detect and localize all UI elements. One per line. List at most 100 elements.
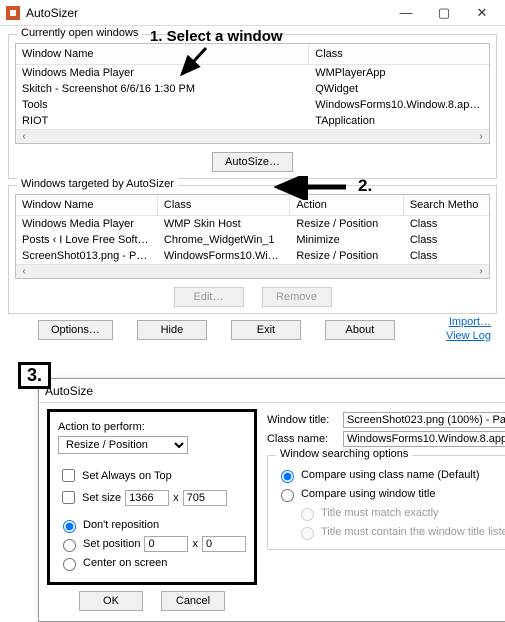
targeted-header: Window Name Class Action Search Metho	[16, 195, 489, 216]
dont-reposition-radio[interactable]	[63, 520, 76, 533]
cell-window-name: Windows Media Player	[16, 65, 309, 81]
cell-action: Resize / Position	[290, 216, 404, 232]
action-select[interactable]: Resize / Position	[58, 436, 188, 454]
list-item[interactable]: ToolsWindowsForms10.Window.8.app.0.33…	[16, 97, 489, 113]
list-item[interactable]: ScreenShot013.png - P…WindowsForms10.Win…	[16, 248, 489, 264]
cell-window-name: Tools	[16, 97, 309, 113]
search-options-group: Window searching options Compare using c…	[267, 455, 505, 550]
options-button[interactable]: Options…	[38, 320, 113, 340]
window-title: AutoSizer	[26, 6, 387, 20]
compare-classname-radio[interactable]	[281, 470, 294, 483]
size-height-input[interactable]	[183, 490, 227, 506]
list-item[interactable]: Posts ‹ I Love Free Soft…Chrome_WidgetWi…	[16, 232, 489, 248]
size-width-input[interactable]	[125, 490, 169, 506]
col2-action[interactable]: Action	[290, 195, 404, 215]
open-windows-legend: Currently open windows	[17, 27, 142, 39]
col2-search[interactable]: Search Metho	[404, 195, 489, 215]
autosize-dialog: AutoSize ✕ Action to perform: Resize / P…	[38, 378, 505, 622]
title-exact-label: Title must match exactly	[321, 507, 439, 519]
cell-action: Minimize	[290, 232, 404, 248]
cell-search: Class	[404, 232, 489, 248]
compare-title-radio[interactable]	[281, 489, 294, 502]
open-windows-group: Currently open windows Window Name Class…	[8, 34, 497, 179]
title-contain-label: Title must contain the window title list…	[321, 526, 505, 538]
col2-class[interactable]: Class	[158, 195, 290, 215]
ok-button[interactable]: OK	[79, 591, 143, 611]
list-item[interactable]: Windows Media PlayerWMPlayerApp	[16, 65, 489, 81]
pos-y-input[interactable]	[202, 536, 246, 552]
list-item[interactable]: Skitch - Screenshot 6/6/16 1:30 PMQWidge…	[16, 81, 489, 97]
import-link[interactable]: Import…	[449, 316, 491, 328]
cell-class: QWidget	[309, 81, 489, 97]
center-radio[interactable]	[63, 558, 76, 571]
cell-class: Chrome_WidgetWin_1	[158, 232, 290, 248]
compare-classname-label: Compare using class name (Default)	[301, 469, 480, 481]
cell-class: WMP Skin Host	[158, 216, 290, 232]
targeted-windows-list[interactable]: Window Name Class Action Search Metho Wi…	[15, 194, 490, 279]
always-on-top-checkbox[interactable]	[62, 469, 75, 482]
cell-class: WindowsForms10.Window.8.app.0.33…	[309, 97, 489, 113]
edit-button[interactable]: Edit…	[174, 287, 244, 307]
viewlog-link[interactable]: View Log	[446, 330, 491, 342]
scroll-track[interactable]	[32, 132, 473, 142]
cell-window-name: Skitch - Screenshot 6/6/16 1:30 PM	[16, 81, 309, 97]
always-on-top-label: Set Always on Top	[82, 470, 172, 482]
scroll-right-icon[interactable]: ›	[475, 131, 487, 143]
set-size-checkbox[interactable]	[62, 491, 75, 504]
action-highlight-box: Action to perform: Resize / Position Set…	[47, 409, 257, 585]
scroll-right-icon[interactable]: ›	[475, 266, 487, 278]
list-item[interactable]: RIOTTApplication	[16, 113, 489, 129]
window-title-input[interactable]	[343, 412, 505, 428]
pos-x-label: x	[192, 538, 198, 550]
cell-class: WindowsForms10.Win…	[158, 248, 290, 264]
window-title-label: Window title:	[267, 414, 339, 426]
targeted-hscroll[interactable]: ‹ ›	[16, 264, 489, 278]
list-item[interactable]: Windows Media PlayerWMP Skin HostResize …	[16, 216, 489, 232]
title-contain-radio	[301, 527, 314, 540]
remove-button[interactable]: Remove	[262, 287, 332, 307]
set-size-label: Set size	[82, 492, 121, 504]
size-x-label: x	[173, 492, 179, 504]
cell-search: Class	[404, 216, 489, 232]
pos-x-input[interactable]	[144, 536, 188, 552]
col-window-name[interactable]: Window Name	[16, 44, 309, 64]
maximize-button[interactable]: ▢	[425, 2, 463, 24]
class-name-input[interactable]	[343, 431, 505, 447]
exit-button[interactable]: Exit	[231, 320, 301, 340]
cell-window-name: Posts ‹ I Love Free Soft…	[16, 232, 158, 248]
targeted-windows-legend: Windows targeted by AutoSizer	[17, 178, 178, 190]
targeted-windows-group: Windows targeted by AutoSizer Window Nam…	[8, 185, 497, 314]
minimize-button[interactable]: —	[387, 2, 425, 24]
about-button[interactable]: About	[325, 320, 395, 340]
dialog-title: AutoSize	[45, 384, 93, 398]
set-position-radio[interactable]	[63, 539, 76, 552]
cell-window-name: RIOT	[16, 113, 309, 129]
open-windows-hscroll[interactable]: ‹ ›	[16, 129, 489, 143]
col2-window-name[interactable]: Window Name	[16, 195, 158, 215]
main-button-row: Options… Hide Exit About Import… View Lo…	[10, 320, 495, 340]
search-options-legend: Window searching options	[276, 448, 412, 460]
title-exact-radio	[301, 508, 314, 521]
autosize-button[interactable]: AutoSize…	[212, 152, 293, 172]
cell-class: TApplication	[309, 113, 489, 129]
cancel-button[interactable]: Cancel	[161, 591, 225, 611]
hide-button[interactable]: Hide	[137, 320, 207, 340]
open-windows-header: Window Name Class	[16, 44, 489, 65]
cell-window-name: Windows Media Player	[16, 216, 158, 232]
app-icon	[6, 6, 20, 20]
compare-title-label: Compare using window title	[301, 488, 436, 500]
scroll-left-icon[interactable]: ‹	[18, 131, 30, 143]
col-class[interactable]: Class	[309, 44, 489, 64]
open-windows-list[interactable]: Window Name Class Windows Media PlayerWM…	[15, 43, 490, 144]
cell-search: Class	[404, 248, 489, 264]
scroll-left-icon[interactable]: ‹	[18, 266, 30, 278]
set-position-label: Set position	[83, 538, 140, 550]
side-links: Import… View Log	[446, 316, 491, 342]
titlebar: AutoSizer — ▢ ✕	[0, 0, 505, 26]
cell-action: Resize / Position	[290, 248, 404, 264]
dialog-titlebar: AutoSize ✕	[39, 379, 505, 403]
cell-window-name: ScreenShot013.png - P…	[16, 248, 158, 264]
scroll-track[interactable]	[32, 267, 473, 277]
close-button[interactable]: ✕	[463, 2, 501, 24]
class-name-label: Class name:	[267, 433, 339, 445]
